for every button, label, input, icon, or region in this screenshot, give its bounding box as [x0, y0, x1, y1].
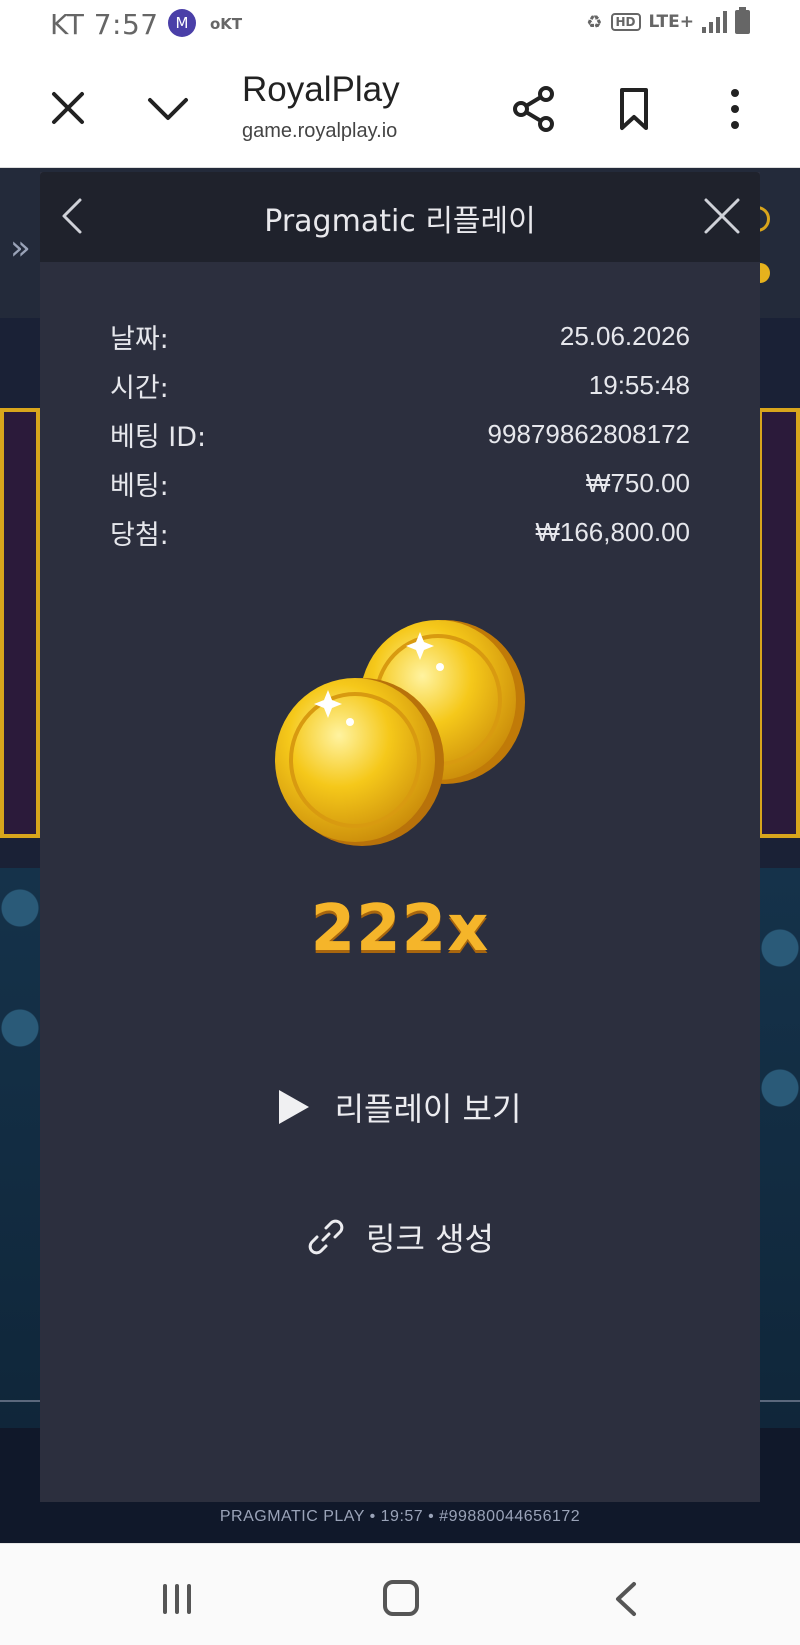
status-bar: KT 7:57 M oKT ♻ HD LTE+ [0, 0, 800, 50]
battery-icon [735, 7, 750, 34]
play-icon [278, 1090, 309, 1124]
info-row-bet-id: 베팅 ID: 99879862808172 [110, 410, 690, 459]
browser-toolbar: RoyalPlay game.royalplay.io [0, 50, 800, 168]
game-footer-text: PRAGMATIC PLAY • 19:57 • #99880044656172 [219, 1508, 581, 1525]
close-icon[interactable] [48, 88, 88, 128]
more-vertical-icon[interactable] [720, 86, 750, 132]
link-icon [308, 1219, 344, 1255]
info-row-bet: 베팅: ₩750.00 [110, 459, 690, 508]
info-label: 당첨: [110, 520, 169, 551]
lte-icon: LTE+ [648, 12, 694, 32]
info-value: ₩750.00 [585, 468, 690, 498]
recycle-icon: ♻ [586, 11, 603, 33]
home-icon[interactable] [383, 1580, 419, 1616]
win-multiplier: 222x [310, 892, 490, 966]
watch-replay-label: 리플레이 보기 [334, 1090, 522, 1128]
share-icon[interactable] [512, 86, 556, 132]
modal-header: Pragmatic 리플레이 [40, 172, 760, 262]
watch-replay-button[interactable]: 리플레이 보기 [40, 1072, 760, 1142]
reel-frame-left [0, 408, 40, 838]
carrier-icon: oKT [210, 15, 243, 33]
info-value: ₩166,800.00 [535, 517, 690, 547]
status-time: KT 7:57 [50, 8, 159, 41]
close-icon[interactable] [702, 196, 742, 236]
info-label: 베팅: [110, 471, 169, 502]
info-value: 99879862808172 [487, 419, 690, 449]
info-label: 날짜: [110, 324, 169, 355]
bet-info: 날짜: 25.06.2026 시간: 19:55:48 베팅 ID: 99879… [110, 312, 690, 557]
page-title: RoyalPlay [242, 70, 400, 109]
system-navigation-bar [0, 1543, 800, 1645]
chevron-down-icon[interactable] [146, 90, 190, 126]
signal-icon [702, 11, 727, 33]
hd-icon: HD [610, 13, 641, 31]
create-link-button[interactable]: 링크 생성 [40, 1202, 760, 1272]
coins-icon [275, 620, 525, 846]
reel-frame-right [758, 408, 800, 838]
back-icon[interactable] [610, 1580, 640, 1618]
page-url[interactable]: game.royalplay.io [242, 120, 397, 143]
modal-title: Pragmatic 리플레이 [264, 204, 536, 239]
info-label: 베팅 ID: [110, 422, 207, 453]
info-row-win: 당첨: ₩166,800.00 [110, 508, 690, 557]
expand-menu-icon[interactable]: » [10, 228, 31, 268]
info-row-date: 날짜: 25.06.2026 [110, 312, 690, 361]
info-value: 19:55:48 [588, 370, 690, 400]
info-value: 25.06.2026 [559, 321, 690, 351]
create-link-label: 링크 생성 [366, 1220, 494, 1258]
status-icons: ♻ HD LTE+ [586, 7, 750, 34]
replay-modal: Pragmatic 리플레이 날짜: 25.06.2026 시간: 19:55:… [40, 172, 760, 1502]
info-row-time: 시간: 19:55:48 [110, 361, 690, 410]
app-notification-icon: M [168, 9, 196, 37]
info-label: 시간: [110, 373, 169, 404]
bookmark-icon[interactable] [614, 86, 654, 132]
recent-apps-icon[interactable] [160, 1584, 194, 1614]
